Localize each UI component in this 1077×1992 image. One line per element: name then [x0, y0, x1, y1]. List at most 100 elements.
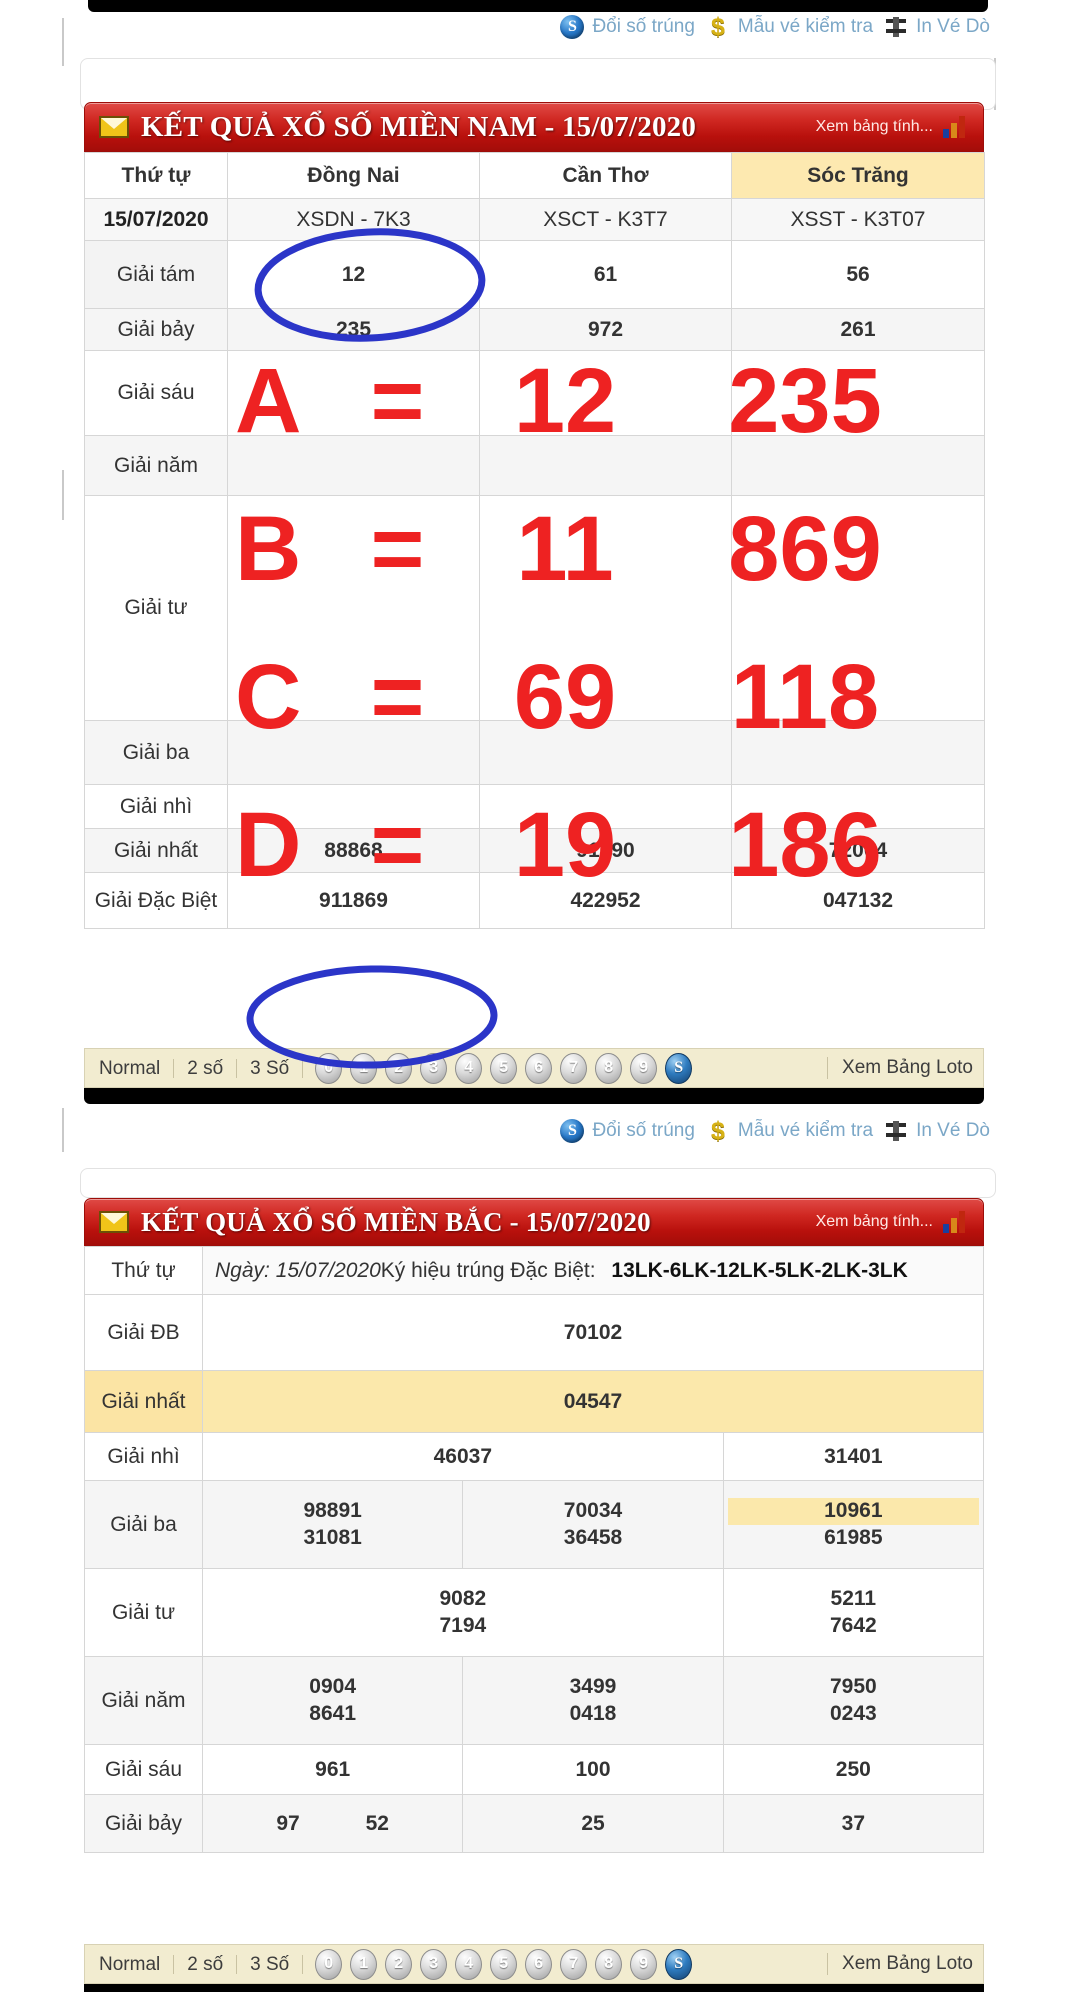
north-cell-g5-2: 7950 — [829, 1675, 877, 1699]
toolbar-link-doi-so-trung-2[interactable]: S Đổi số trúng — [559, 1118, 695, 1144]
north-cell-g3-col0: 98891 31081 — [201, 1480, 464, 1569]
digit-ball-5[interactable]: 5 — [490, 1948, 518, 1980]
table-row: Giải sáu 961 100 250 — [84, 1744, 985, 1795]
toolbar-link-in-ve-do-2[interactable]: In Vé Dò — [883, 1118, 990, 1144]
north-cell-g5-col2: 7950 0243 — [722, 1656, 985, 1745]
north-cell-g7-pair0: 97 52 — [201, 1794, 464, 1853]
north-special-codes: 13LK-6LK-12LK-5LK-2LK-3LK — [611, 1258, 908, 1282]
south-cell-4-1 — [479, 495, 732, 721]
north-cell-g4-0: 9082 — [439, 1587, 487, 1611]
north-view-chart-link[interactable]: Xem bảng tính... — [816, 1213, 933, 1231]
north-xem-bang-loto-link[interactable]: Xem Bảng Loto — [827, 1953, 973, 1975]
digit-ball-8[interactable]: 8 — [595, 1052, 623, 1084]
north-cell-g2-1: 31401 — [722, 1432, 985, 1481]
toolbar-link-doi-so-trung[interactable]: S Đổi số trúng — [559, 14, 695, 40]
digit-ball-1[interactable]: 1 — [350, 1052, 378, 1084]
south-col-header-2[interactable]: Cần Thơ — [479, 152, 732, 199]
digit-ball-2[interactable]: 2 — [385, 1052, 413, 1084]
digit-ball-1[interactable]: 1 — [350, 1948, 378, 1980]
north-cell-g5-0: 0904 — [309, 1675, 357, 1699]
south-cell-7-1: 91090 — [479, 828, 732, 873]
south-code-row: 15/07/2020 XSDN - 7K3 XSCT - K3T7 XSST -… — [84, 198, 985, 241]
north-cell-g3-col2: 10961 61985 — [722, 1480, 985, 1569]
south-cell-4-0 — [227, 495, 480, 721]
digit-ball-9[interactable]: 9 — [630, 1052, 658, 1084]
digit-ball-2[interactable]: 2 — [385, 1948, 413, 1980]
dollar-icon: $ — [710, 12, 725, 41]
digit-ball-s[interactable]: S — [665, 1948, 693, 1980]
north-cell-g5-col0: 0904 8641 — [201, 1656, 464, 1745]
north-cell-g4-col1: 5211 7642 — [722, 1568, 985, 1657]
north-cell-g5-col1: 3499 0418 — [462, 1656, 724, 1745]
toolbar-link-label: Đổi số trúng — [592, 1120, 695, 1141]
digit-ball-3[interactable]: 3 — [420, 1052, 448, 1084]
south-code-dong-nai: XSDN - 7K3 — [227, 198, 480, 241]
south-xem-bang-loto-link[interactable]: Xem Bảng Loto — [827, 1057, 973, 1079]
table-row: Giải năm 0904 8641 3499 0418 7950 0243 — [84, 1656, 985, 1745]
north-cell-g6-2: 250 — [722, 1744, 985, 1795]
south-title: KẾT QUẢ XỔ SỐ MIỀN NAM - 15/07/2020 — [141, 110, 697, 143]
digit-ball-7[interactable]: 7 — [560, 1052, 588, 1084]
south-col-header-3[interactable]: Sóc Trăng — [731, 152, 985, 199]
south-cell-1-1: 972 — [479, 308, 732, 351]
north-row-label-2: Giải nhì — [84, 1432, 203, 1481]
south-footer-seg-2so[interactable]: 2 số — [174, 1058, 238, 1078]
north-footer-seg-3so[interactable]: 3 Số — [237, 1954, 304, 1974]
north-footer-seg-normal[interactable]: Normal — [95, 1954, 175, 1974]
south-row-label-0: Giải tám — [84, 240, 228, 309]
digit-ball-5[interactable]: 5 — [490, 1052, 518, 1084]
toolbar-link-label: Đổi số trúng — [592, 16, 695, 37]
north-footer-toolbar: Normal 2 số 3 Số 0 1 2 3 4 5 6 7 8 9 S X… — [84, 1944, 984, 1984]
toolbar-link-in-ve-do[interactable]: In Vé Dò — [883, 14, 990, 40]
digit-ball-s[interactable]: S — [665, 1052, 693, 1084]
south-cell-6-0 — [227, 784, 480, 829]
south-footer-seg-3so[interactable]: 3 Số — [237, 1058, 304, 1078]
mail-icon — [99, 1211, 129, 1233]
digit-ball-3[interactable]: 3 — [420, 1948, 448, 1980]
table-row: Giải ba 98891 31081 70034 36458 10961 61… — [84, 1480, 985, 1569]
south-row-label-2: Giải sáu — [84, 350, 228, 436]
digit-ball-4[interactable]: 4 — [455, 1052, 483, 1084]
digit-ball-8[interactable]: 8 — [595, 1948, 623, 1980]
toolbar-link-mau-ve-kiem-tra[interactable]: $ Mẫu vé kiểm tra — [705, 12, 873, 41]
north-row-label-7: Giải bảy — [84, 1794, 203, 1853]
south-view-chart-link[interactable]: Xem bảng tính... — [816, 118, 933, 136]
south-cell-0-2: 56 — [731, 240, 985, 309]
south-cell-2-0 — [227, 350, 480, 436]
toolbar-middle: S Đổi số trúng $ Mẫu vé kiểm tra In Vé D… — [430, 1110, 990, 1152]
north-results-table: Thứ tự Ngày: 15/07/2020Ký hiệu trúng Đặc… — [84, 1246, 985, 1853]
digit-ball-0[interactable]: 0 — [315, 1948, 343, 1980]
digit-ball-6[interactable]: 6 — [525, 1052, 553, 1084]
table-row: Giải bảy 97 52 25 37 — [84, 1794, 985, 1853]
table-row: Giải nhất 04547 — [84, 1370, 984, 1433]
digit-ball-6[interactable]: 6 — [525, 1948, 553, 1980]
north-cell-g5-3: 8641 — [309, 1701, 357, 1725]
north-row-label-6: Giải sáu — [84, 1744, 203, 1795]
toolbar-link-mau-ve-kiem-tra-2[interactable]: $ Mẫu vé kiểm tra — [705, 1117, 873, 1145]
south-date-cell: 15/07/2020 — [84, 198, 228, 241]
north-cell-g4-2: 7194 — [439, 1613, 487, 1637]
south-header-row: Thứ tự Đồng Nai Cần Thơ Sóc Trăng — [84, 152, 985, 199]
left-rule-lower — [62, 1108, 64, 1152]
digit-ball-9[interactable]: 9 — [630, 1948, 658, 1980]
table-row: Giải nhất 88868 91090 72004 — [84, 828, 985, 873]
table-row: Giải nhì — [84, 784, 985, 829]
south-cell-5-0 — [227, 720, 480, 785]
south-cell-8-0: 911869 — [227, 872, 480, 929]
digit-ball-7[interactable]: 7 — [560, 1948, 588, 1980]
north-footer-seg-2so[interactable]: 2 số — [174, 1954, 238, 1974]
north-cell-g4-1: 5211 — [830, 1587, 877, 1611]
north-row-label-3: Giải ba — [84, 1480, 203, 1569]
south-row-label-8: Giải Đặc Biệt — [84, 872, 228, 929]
digit-ball-0[interactable]: 0 — [315, 1052, 343, 1084]
south-col-header-1[interactable]: Đồng Nai — [227, 152, 480, 199]
north-cell-g2-0: 46037 — [202, 1432, 724, 1481]
printer-icon — [883, 1118, 909, 1144]
south-cell-7-2: 72004 — [731, 828, 985, 873]
south-row-label-6: Giải nhì — [84, 784, 228, 829]
table-row: Giải tư — [84, 495, 985, 721]
north-row-label-4: Giải tư — [84, 1568, 203, 1657]
digit-ball-4[interactable]: 4 — [455, 1948, 483, 1980]
south-footer-seg-normal[interactable]: Normal — [95, 1058, 175, 1078]
north-cell-g3-0: 98891 — [303, 1499, 362, 1523]
